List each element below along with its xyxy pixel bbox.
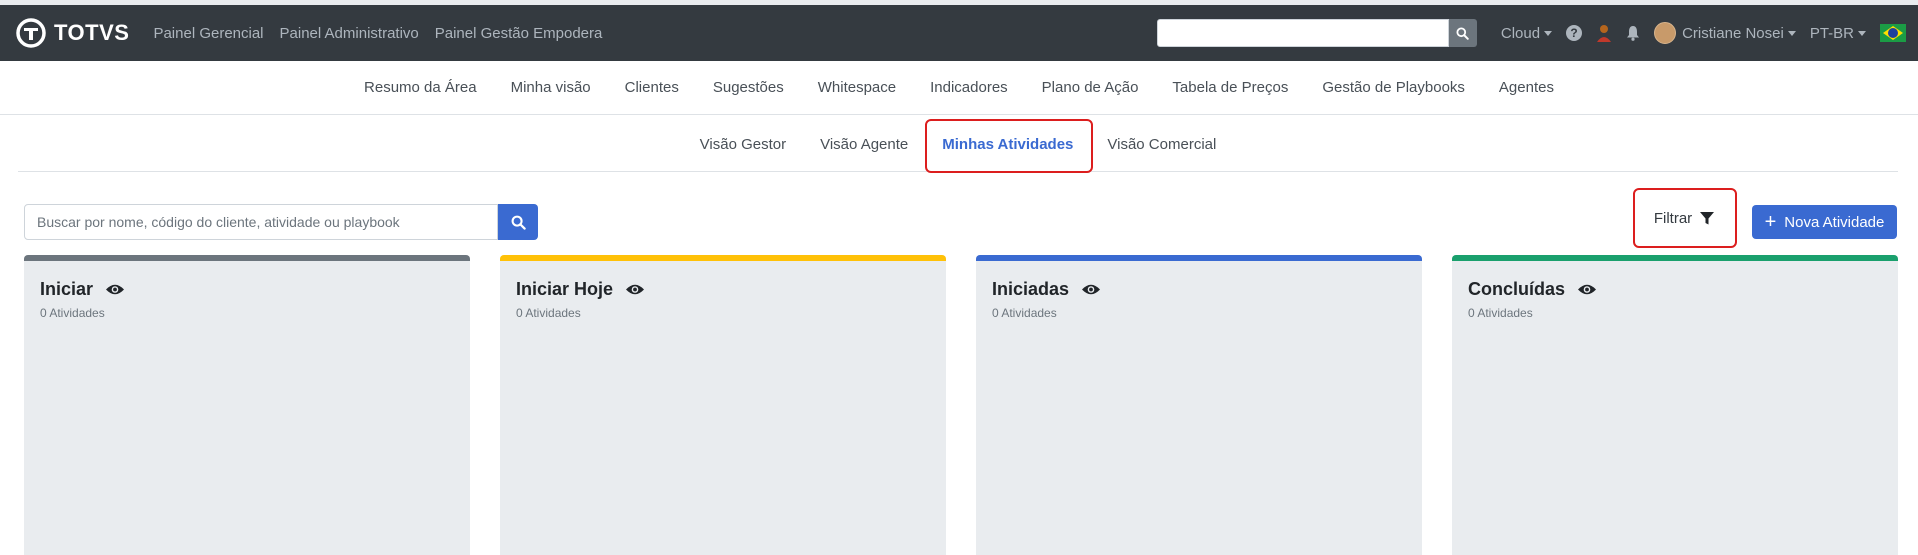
column-count: 0 Atividades: [516, 306, 581, 320]
column-title: Iniciar: [40, 279, 94, 299]
column-count: 0 Atividades: [992, 306, 1057, 320]
column-iniciar-hoje: Iniciar Hoje 0 Atividades: [500, 255, 946, 555]
brazil-flag-icon[interactable]: [1880, 24, 1906, 42]
column-iniciadas: Iniciadas 0 Atividades: [976, 255, 1422, 555]
nav-whitespace[interactable]: Whitespace: [818, 79, 896, 96]
bell-icon: [1627, 26, 1640, 41]
topnav-painel-administrativo[interactable]: Painel Administrativo: [280, 25, 419, 42]
user-name: Cristiane Nosei: [1682, 24, 1784, 42]
language-label: PT-BR: [1809, 24, 1854, 42]
column-color-bar: [1452, 255, 1898, 261]
column-color-bar: [976, 255, 1422, 261]
activity-search: [24, 204, 538, 240]
column-color-bar: [500, 255, 946, 261]
tab-visao-gestor[interactable]: Visão Gestor: [700, 136, 786, 153]
totvs-logo-icon: [16, 18, 46, 48]
eye-icon[interactable]: [1577, 283, 1597, 296]
global-search: [1156, 19, 1477, 47]
main-nav: Resumo da Área Minha visão Clientes Suge…: [0, 61, 1918, 115]
eye-icon[interactable]: [105, 283, 125, 296]
eye-icon[interactable]: [1081, 283, 1101, 296]
user-avatar: [1654, 22, 1677, 44]
language-dropdown[interactable]: PT-BR: [1810, 25, 1866, 42]
topnav-painel-gerencial[interactable]: Painel Gerencial: [153, 25, 263, 42]
plus-icon: +: [1764, 211, 1777, 233]
column-title: Iniciar Hoje: [516, 279, 614, 299]
column-count: 0 Atividades: [1468, 306, 1533, 320]
top-navbar: TOTVS Painel Gerencial Painel Administra…: [0, 5, 1918, 61]
nav-plano-de-acao[interactable]: Plano de Ação: [1042, 79, 1139, 96]
cloud-dropdown[interactable]: Cloud: [1500, 24, 1553, 42]
help-icon[interactable]: ?: [1566, 25, 1583, 41]
tab-visao-agente[interactable]: Visão Agente: [820, 136, 908, 153]
nav-clientes[interactable]: Clientes: [625, 79, 679, 96]
nav-sugestoes[interactable]: Sugestões: [713, 79, 784, 96]
column-title: Concluídas: [1468, 279, 1566, 299]
totvs-logo[interactable]: TOTVS: [16, 18, 129, 48]
global-search-button[interactable]: [1448, 19, 1477, 47]
highlight-box-filter: [1633, 188, 1737, 248]
highlight-box-tab: [925, 119, 1093, 173]
activity-search-button[interactable]: [498, 204, 538, 240]
nav-indicadores[interactable]: Indicadores: [930, 79, 1008, 96]
chevron-down-icon: [1858, 30, 1866, 36]
notifications-button[interactable]: [1626, 25, 1640, 41]
new-activity-label: Nova Atividade: [1784, 213, 1885, 231]
search-icon: [1456, 26, 1470, 40]
column-color-bar: [24, 255, 470, 261]
search-icon: [511, 215, 526, 230]
nav-tabela-de-precos[interactable]: Tabela de Preços: [1172, 79, 1288, 96]
cloud-label: Cloud: [1500, 24, 1541, 42]
column-concluidas: Concluídas 0 Atividades: [1452, 255, 1898, 555]
column-count: 0 Atividades: [40, 306, 105, 320]
topnav-painel-gestao-empodera[interactable]: Painel Gestão Empodera: [435, 25, 603, 42]
global-search-input[interactable]: [1156, 19, 1449, 47]
nav-resumo-da-area[interactable]: Resumo da Área: [364, 79, 477, 96]
agent-icon-button[interactable]: [1596, 23, 1612, 43]
top-nav: Painel Gerencial Painel Administrativo P…: [153, 25, 618, 42]
user-menu[interactable]: Cristiane Nosei: [1654, 22, 1796, 44]
brand-name: TOTVS: [54, 20, 130, 45]
tab-visao-comercial[interactable]: Visão Comercial: [1107, 136, 1216, 153]
chevron-down-icon: [1787, 30, 1796, 36]
column-title: Iniciadas: [992, 279, 1070, 299]
column-iniciar: Iniciar 0 Atividades: [24, 255, 470, 555]
nav-gestao-de-playbooks[interactable]: Gestão de Playbooks: [1322, 79, 1465, 96]
nav-minha-visao[interactable]: Minha visão: [511, 79, 591, 96]
nav-agentes[interactable]: Agentes: [1499, 79, 1554, 96]
agent-avatar-icon: [1597, 25, 1612, 42]
chevron-down-icon: [1544, 30, 1553, 36]
activity-search-input[interactable]: [24, 204, 498, 240]
new-activity-button[interactable]: + Nova Atividade: [1752, 205, 1897, 239]
eye-icon[interactable]: [625, 283, 645, 296]
navbar-right: Cloud ? Cristiane Nosei PT-BR: [1156, 5, 1918, 61]
